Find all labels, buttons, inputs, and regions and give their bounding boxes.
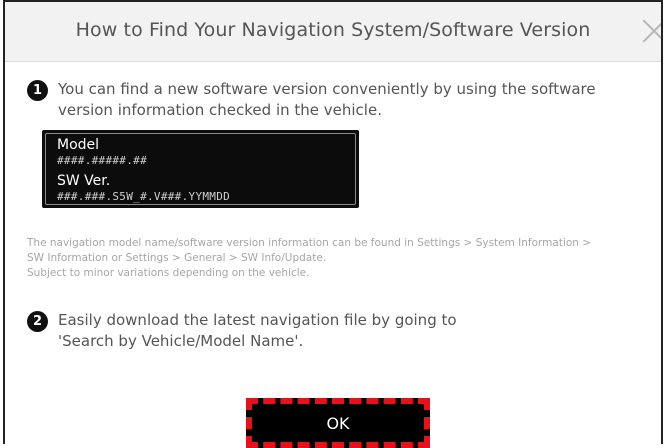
step-1-text: You can find a new software version conv… [58,80,596,119]
note-line-2: SW Information or Settings > General > S… [27,252,327,264]
info-note: The navigation model name/software versi… [27,236,647,281]
step-2: 2 Easily download the latest navigation … [27,310,478,352]
note-line-3: Subject to minor variations depending on… [27,267,310,279]
step-number-1: 1 [27,80,48,101]
note-line-1: The navigation model name/software versi… [27,237,592,249]
close-icon[interactable] [639,16,661,46]
model-label: Model [57,137,100,153]
info-card-frame: Model ####.#####.## SW Ver. ###.###.S5W_… [45,133,356,205]
model-value: ####.#####.## [57,154,147,167]
dialog-title: How to Find Your Navigation System/Softw… [75,19,591,41]
sw-version-label: SW Ver. [57,173,111,189]
step-number-2: 2 [27,311,48,332]
step-1: 1 You can find a new software version co… [27,79,638,121]
sw-version-value: ###.###.S5W_#.V###.YYMMDD [57,190,231,203]
ok-button[interactable]: OK [246,398,430,448]
version-dialog: How to Find Your Navigation System/Softw… [3,0,663,444]
step-2-text: Easily download the latest navigation fi… [58,311,457,350]
dialog-header: How to Find Your Navigation System/Softw… [5,2,661,62]
vehicle-info-card: Model ####.#####.## SW Ver. ###.###.S5W_… [42,130,359,208]
